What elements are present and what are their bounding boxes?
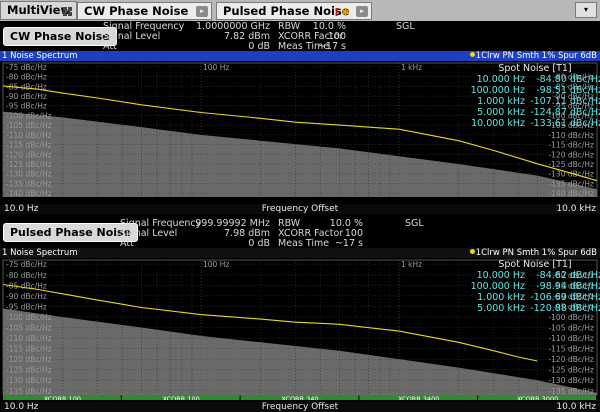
channel-header-pulsed: Pulsed Phase Noise Signal Frequency 999.… (0, 217, 600, 249)
y-right-tick-label: -125 dBc/Hz (548, 160, 594, 169)
x-axis-bar-1: 10.0 Hz Frequency Offset 10.0 kHz (0, 204, 600, 214)
y-tick-label: -135 dBc/Hz (6, 179, 52, 188)
y-right-tick-label: -120 dBc/Hz (548, 355, 594, 364)
y-right-tick-label: -115 dBc/Hz (548, 141, 594, 150)
y-tick-label: -115 dBc/Hz (6, 141, 52, 150)
channel-header-cw: CW Phase Noise Signal Frequency 1.000000… (0, 21, 600, 52)
spot-row: 5.000 kHz -120.88 dBc/Hz (477, 303, 600, 314)
sweep-mode: SGL (405, 218, 424, 229)
spot-noise-table-2: Spot Noise [T1] 10.000 Hz -84.62 dBc/Hz 1… (465, 259, 600, 314)
tab-cw-phase-noise-label: CW Phase Noise (84, 4, 189, 18)
spot-noise-header: Spot Noise [T1] (498, 63, 572, 74)
y-right-tick-label: -130 dBc/Hz (548, 376, 594, 385)
y-right-tick-label: -100 dBc/Hz (548, 313, 594, 322)
tab-arrow-icon[interactable]: ▸ (356, 6, 368, 17)
spot-noise-table-1: Spot Noise [T1] 10.000 Hz -84.80 dBc/Hz 1… (465, 63, 600, 129)
y-right-tick-label: -140 dBc/Hz (548, 189, 594, 197)
x-axis-bar-2: 10.0 Hz Frequency Offset 10.0 kHz (0, 402, 600, 412)
y-right-tick-label: -110 dBc/Hz (548, 334, 594, 343)
spot-row: 1.000 kHz -107.11 dBc/Hz (477, 96, 600, 107)
spot-row: 1.000 kHz -106.69 dBc/Hz (477, 292, 600, 303)
y-tick-label: -90 dBc/Hz (6, 292, 47, 301)
alert-icon: ! (334, 6, 340, 19)
spot-row: 10.000 kHz -133.61 dBc/Hz (471, 118, 600, 129)
spot-noise-header: Spot Noise [T1] (498, 259, 572, 270)
xcorr-segment-label: XCORR 100 (163, 395, 200, 400)
y-tick-label: -130 dBc/Hz (6, 170, 52, 179)
trace-dot-icon (469, 52, 475, 57)
y-tick-label: -100 dBc/Hz (6, 111, 52, 120)
tab-multiview-label: MultiView (7, 3, 72, 17)
y-tick-label: -75 dBc/Hz (6, 260, 47, 269)
y-tick-label: -105 dBc/Hz (6, 121, 52, 130)
y-tick-label: -120 dBc/Hz (6, 150, 52, 159)
y-tick-label: -75 dBc/Hz (6, 63, 47, 72)
y-tick-label: -140 dBc/Hz (6, 189, 52, 197)
noise-spectrum-plot-2[interactable]: -75 dBc/Hz -80 dBc/Hz -85 dBc/Hz -90 dBc/Hz… (0, 258, 600, 400)
dropdown-button[interactable]: ▾ (575, 2, 597, 18)
tab-pulsed-phase-noise-label: Pulsed Phase Noise (223, 4, 350, 18)
x-stop-label: 10.0 kHz (556, 204, 596, 214)
spot-row: 5.000 kHz -124.87 dBc/Hz (477, 107, 600, 118)
diagram-title: 1 Noise Spectrum (2, 51, 78, 61)
multiview-tabbar: MultiView CW Phase Noise ▸ Pulsed Phase … (0, 0, 600, 21)
grid-icon (63, 7, 72, 16)
y-tick-label: -80 dBc/Hz (6, 73, 47, 82)
tab-arrow-icon[interactable]: ▸ (196, 6, 208, 17)
y-right-tick-label: -135 dBc/Hz (548, 179, 594, 188)
y-tick-label: -80 dBc/Hz (6, 271, 47, 280)
y-tick-label: -90 dBc/Hz (6, 92, 47, 101)
y-tick-label: -95 dBc/Hz (6, 302, 47, 311)
y-tick-label: -120 dBc/Hz (6, 355, 52, 364)
xcorr-segment-label: XCORR 3000 (517, 395, 558, 400)
x-axis-title: Frequency Offset (261, 204, 339, 214)
tab-multiview[interactable]: MultiView (0, 1, 77, 20)
y-right-tick-label: -110 dBc/Hz (548, 131, 594, 140)
spot-row: 100.000 Hz -98.51 dBc/Hz (470, 85, 600, 96)
y-tick-label: -110 dBc/Hz (6, 334, 52, 343)
y-right-tick-label: -125 dBc/Hz (548, 366, 594, 375)
y-tick-label: -100 dBc/Hz (6, 313, 52, 322)
spot-row: 10.000 Hz -84.80 dBc/Hz (476, 74, 600, 85)
y-tick-label: -95 dBc/Hz (6, 102, 47, 111)
spot-row: 100.000 Hz -98.94 dBc/Hz (470, 281, 600, 292)
x-stop-label: 10.0 kHz (556, 402, 596, 412)
tab-cw-phase-noise[interactable]: CW Phase Noise ▸ (77, 2, 212, 20)
trace-label: 1Clrw PN Smth 1% Spur 6dB (475, 248, 597, 258)
diagram-title: 1 Noise Spectrum (2, 248, 78, 258)
diagram-title-bar-1[interactable]: 1 Noise Spectrum 1Clrw PN Smth 1% Spur 6… (0, 51, 600, 61)
xcorr-segment-label: XCORR 340 (281, 395, 318, 400)
y-tick-label: -130 dBc/Hz (6, 376, 52, 385)
x-decade-label: 1 kHz (401, 260, 422, 269)
x-axis-title: Frequency Offset (261, 402, 339, 412)
noise-spectrum-plot-1[interactable]: -75 dBc/Hz -80 dBc/Hz -85 dBc/Hz -90 dBc/Hz… (0, 61, 600, 197)
trace-dot-icon (469, 249, 475, 254)
y-tick-label: -125 dBc/Hz (6, 366, 52, 375)
y-tick-label: -115 dBc/Hz (6, 345, 52, 354)
y-tick-label: -125 dBc/Hz (6, 160, 52, 169)
y-right-tick-label: -115 dBc/Hz (548, 345, 594, 354)
diagram-title-bar-2[interactable]: 1 Noise Spectrum 1Clrw PN Smth 1% Spur 6… (0, 248, 600, 258)
x-decade-label: 100 Hz (203, 63, 229, 72)
y-right-tick-label: -105 dBc/Hz (548, 324, 594, 333)
star-icon: ✱ (341, 6, 351, 19)
x-decade-label: 100 Hz (203, 260, 229, 269)
x-decade-label: 1 kHz (401, 63, 422, 72)
cw-phase-noise-button[interactable]: CW Phase Noise (3, 27, 117, 46)
tab-pulsed-phase-noise[interactable]: Pulsed Phase Noise ! ✱ ▸ (216, 2, 372, 20)
pulsed-phase-noise-button[interactable]: Pulsed Phase Noise (3, 223, 139, 242)
sweep-mode: SGL (396, 21, 415, 32)
y-right-tick-label: -120 dBc/Hz (548, 150, 594, 159)
spot-row: 10.000 Hz -84.62 dBc/Hz (476, 270, 600, 281)
trace-label: 1Clrw PN Smth 1% Spur 6dB (475, 51, 597, 61)
y-tick-label: -110 dBc/Hz (6, 131, 52, 140)
xcorr-segment-label: XCORR 100 (44, 395, 81, 400)
xcorr-segment-label: XCORR 3400 (398, 395, 439, 400)
y-tick-label: -105 dBc/Hz (6, 324, 52, 333)
